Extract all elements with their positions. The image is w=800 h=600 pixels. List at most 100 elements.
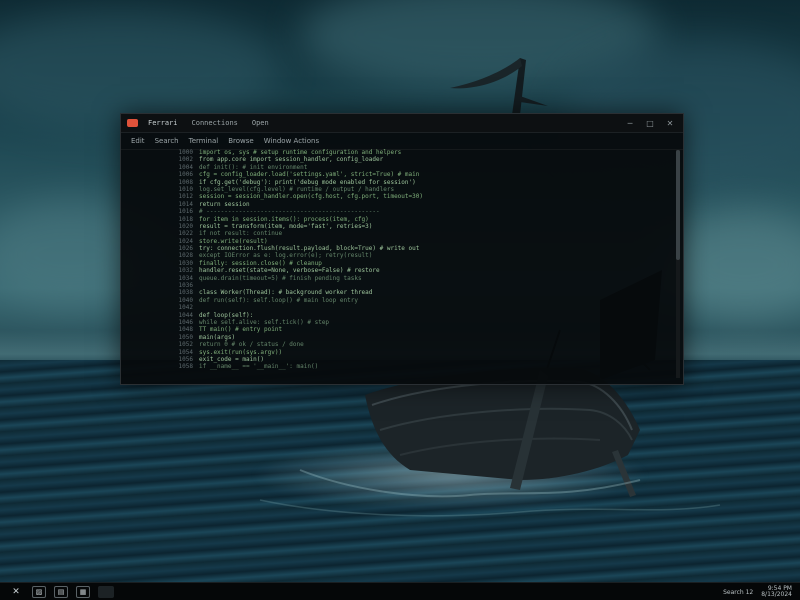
line-number: 1054 [178, 348, 193, 356]
code-text: session = session_handler.open(cfg.host,… [199, 193, 423, 201]
line-number: 1050 [178, 333, 193, 341]
taskbar: ✕ ▨ ▤ ▦ Search 12 9:54 PM 8/13/2024 [0, 582, 800, 600]
code-line: 1058 if __name__ == '__main__': main() [121, 363, 673, 370]
code-text: if not result: continue [199, 230, 283, 238]
code-line: 1048 TT main() # entry point [121, 326, 673, 333]
close-x-icon[interactable]: ✕ [8, 585, 24, 599]
line-number: 1040 [178, 296, 193, 304]
code-text: if cfg.get('debug'): print('debug mode e… [199, 178, 416, 186]
code-line: 1014 return session [121, 201, 673, 208]
title-bar[interactable]: Ferrari Connections Open ─ □ ✕ [121, 114, 683, 133]
line-number: 1036 [178, 282, 193, 290]
code-text: return session [199, 200, 250, 208]
code-text: exit_code = main() [199, 355, 265, 363]
line-number: 1022 [178, 230, 193, 238]
line-number: 1008 [178, 178, 193, 186]
code-text: # --------------------------------------… [199, 208, 380, 216]
code-line: 1046 while self.alive: self.tick() # ste… [121, 319, 673, 326]
code-line: 1006 cfg = config_loader.load('settings.… [121, 171, 673, 178]
app-icon [127, 119, 138, 127]
system-tray: Search 12 9:54 PM 8/13/2024 [723, 586, 800, 598]
line-number: 1044 [178, 311, 193, 319]
menu-item-edit[interactable]: Edit [131, 137, 145, 145]
line-number: 1004 [178, 163, 193, 171]
code-line: 1054 sys.exit(run(sys.argv)) [121, 349, 673, 356]
clock-date: 8/13/2024 [761, 591, 792, 598]
tab-open[interactable]: Open [248, 119, 273, 127]
line-number: 1020 [178, 222, 193, 230]
code-text: main(args) [199, 333, 236, 341]
code-line: 1038 class Worker(Thread): # background … [121, 289, 673, 296]
folder-icon[interactable]: ▤ [54, 586, 68, 598]
code-line: 1042 [121, 304, 673, 311]
code-line: 1040 def run(self): self.loop() # main l… [121, 297, 673, 304]
line-number: 1052 [178, 341, 193, 349]
line-number: 1048 [178, 326, 193, 334]
code-text: try: connection.flush(result.payload, bl… [199, 245, 420, 253]
code-line: 1026 try: connection.flush(result.payloa… [121, 245, 673, 252]
code-line: 1024 store.write(result) [121, 238, 673, 245]
code-line: 1022 if not result: continue [121, 230, 673, 237]
code-text: TT main() # entry point [199, 326, 283, 334]
maximize-button[interactable]: □ [643, 116, 657, 130]
line-number: 1032 [178, 267, 193, 275]
code-text: if __name__ == '__main__': main() [199, 363, 319, 371]
menu-item-search[interactable]: Search [155, 137, 179, 145]
code-text: sys.exit(run(sys.argv)) [199, 348, 283, 356]
line-number: 1024 [178, 237, 193, 245]
code-text: handler.reset(state=None, verbose=False)… [199, 267, 380, 275]
code-line: 1000 import os, sys # setup runtime conf… [121, 149, 673, 156]
image-icon[interactable]: ▨ [32, 586, 46, 598]
code-line: 1010 log.set_level(cfg.level) # runtime … [121, 186, 673, 193]
line-number: 1056 [178, 355, 193, 363]
tray-search-label[interactable]: Search 12 [723, 589, 753, 596]
code-line: 1052 return 0 # ok / status / done [121, 341, 673, 348]
code-line: 1018 for item in session.items(): proces… [121, 216, 673, 223]
terminal-window[interactable]: Ferrari Connections Open ─ □ ✕ Edit Sear… [120, 113, 684, 385]
code-text: def loop(self): [199, 311, 254, 319]
menu-item-window-actions[interactable]: Window Actions [264, 137, 319, 145]
code-line: 1008 if cfg.get('debug'): print('debug m… [121, 179, 673, 186]
line-number: 1006 [178, 171, 193, 179]
code-text: def init(): # init environment [199, 163, 308, 171]
code-line: 1020 result = transform(item, mode='fast… [121, 223, 673, 230]
menu-item-browse[interactable]: Browse [228, 137, 254, 145]
code-text: store.write(result) [199, 237, 268, 245]
code-line: 1044 def loop(self): [121, 312, 673, 319]
blank-app-icon[interactable] [98, 586, 114, 598]
line-number: 1016 [178, 208, 193, 216]
code-line: 1056 exit_code = main() [121, 356, 673, 363]
code-line: 1028 except IOError as e: log.error(e); … [121, 252, 673, 259]
line-number: 1038 [178, 289, 193, 297]
code-line: 1016 # ---------------------------------… [121, 208, 673, 215]
line-number: 1028 [178, 252, 193, 260]
code-text: return 0 # ok / status / done [199, 341, 304, 349]
line-number: 1030 [178, 259, 193, 267]
menu-bar: Edit Search Terminal Browse Window Actio… [121, 133, 683, 150]
vertical-scrollbar[interactable] [676, 150, 680, 378]
desktop-wallpaper: Ferrari Connections Open ─ □ ✕ Edit Sear… [0, 0, 800, 600]
code-text: class Worker(Thread): # background worke… [199, 289, 373, 297]
line-number: 1034 [178, 274, 193, 282]
tab-connections[interactable]: Connections [188, 119, 242, 127]
code-text: result = transform(item, mode='fast', re… [199, 222, 373, 230]
menu-item-terminal[interactable]: Terminal [189, 137, 219, 145]
clock[interactable]: 9:54 PM 8/13/2024 [761, 586, 792, 598]
code-line: 1036 [121, 282, 673, 289]
line-number: 1014 [178, 200, 193, 208]
line-number: 1010 [178, 185, 193, 193]
close-button[interactable]: ✕ [663, 116, 677, 130]
picture-icon[interactable]: ▦ [76, 586, 90, 598]
code-text: cfg = config_loader.load('settings.yaml'… [199, 171, 420, 179]
code-editor[interactable]: 1000 import os, sys # setup runtime conf… [121, 149, 673, 384]
scrollbar-thumb[interactable] [676, 150, 680, 260]
code-line: 1002 from app.core import session_handle… [121, 156, 673, 163]
code-text: while self.alive: self.tick() # step [199, 318, 330, 326]
line-number: 1018 [178, 215, 193, 223]
code-text: for item in session.items(): process(ite… [199, 215, 369, 223]
line-number: 1000 [178, 149, 193, 156]
tab-ferrari[interactable]: Ferrari [144, 119, 182, 127]
minimize-button[interactable]: ─ [623, 116, 637, 130]
line-number: 1058 [178, 363, 193, 371]
line-number: 1002 [178, 156, 193, 164]
